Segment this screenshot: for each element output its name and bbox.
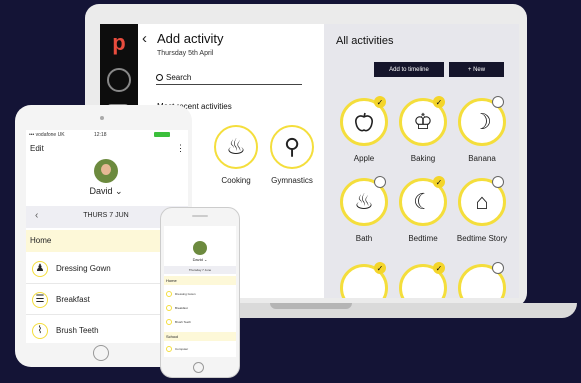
page-title: Add activity <box>157 31 224 46</box>
tablet-home-button[interactable] <box>93 345 109 361</box>
search-icon <box>156 74 163 81</box>
activity-label: Bedtime Story <box>456 234 508 243</box>
list-item[interactable]: Computer <box>166 343 234 355</box>
unchecked-badge-icon <box>492 176 504 188</box>
checked-badge-icon: ✓ <box>433 96 445 108</box>
date-bar: Thursday 7 June <box>164 266 236 274</box>
back-chevron-icon[interactable]: ‹ <box>142 30 147 47</box>
checked-badge-icon: ✓ <box>374 262 386 274</box>
new-activity-button[interactable]: + New <box>449 62 504 77</box>
section-school: School <box>164 332 236 341</box>
search-input[interactable]: Search <box>166 73 191 82</box>
activity-label: Bath <box>355 234 373 243</box>
list-item[interactable]: Dressing Gown <box>166 288 234 300</box>
unchecked-badge-icon <box>374 176 386 188</box>
profile-name[interactable]: David ⌄ <box>71 186 141 197</box>
search-underline <box>156 84 302 85</box>
list-item-label: Computer <box>175 347 189 351</box>
more-icon[interactable]: ⋮ <box>176 143 185 154</box>
recent-item-label: Gymnastics <box>271 176 313 185</box>
dressing-gown-icon <box>166 291 172 297</box>
avatar[interactable] <box>94 159 118 183</box>
status-time: 12:18 <box>94 132 107 138</box>
list-item-label: Dressing Gown <box>56 264 111 273</box>
activity-label: Apple <box>353 154 375 163</box>
list-item-label: Breakfast <box>56 295 90 304</box>
toothbrush-icon: ⌇ <box>32 322 48 339</box>
date-label: THURS 7 JUN <box>83 212 129 219</box>
phone-screen: David ⌄ Thursday 7 June Home Dressing Go… <box>164 226 236 357</box>
app-logo: p <box>112 30 126 55</box>
avatar[interactable] <box>193 241 207 255</box>
list-item-label: Brush Teeth <box>175 320 191 324</box>
cooking-pot-icon[interactable]: ♨ <box>214 125 258 169</box>
phone-speaker <box>192 215 208 217</box>
page-date: Thursday 5th April <box>157 50 214 57</box>
prev-day-icon[interactable]: ‹ <box>35 210 38 221</box>
list-item-label: Dressing Gown <box>175 292 196 296</box>
computer-icon <box>166 346 172 352</box>
people-icon[interactable] <box>107 68 131 92</box>
unchecked-badge-icon <box>492 96 504 108</box>
status-carrier: ••• vodafone UK <box>29 132 65 138</box>
list-item[interactable]: Breakfast <box>166 302 234 314</box>
toothbrush-icon <box>166 319 172 325</box>
all-activities-panel: All activities Add to timeline + New ✓ A… <box>324 24 519 298</box>
list-item-label: Breakfast <box>175 306 188 310</box>
checked-badge-icon: ✓ <box>374 96 386 108</box>
profile-name[interactable]: David ⌄ <box>180 257 220 262</box>
laptop-notch <box>270 303 352 309</box>
checked-badge-icon: ✓ <box>433 176 445 188</box>
activity-label: Banana <box>468 154 496 163</box>
recent-item-label: Cooking <box>221 176 251 185</box>
breakfast-icon: ☰ <box>32 291 48 308</box>
list-item-label: Brush Teeth <box>56 326 99 335</box>
list-item[interactable]: Brush Teeth <box>166 316 234 328</box>
add-to-timeline-button[interactable]: Add to timeline <box>374 62 444 77</box>
phone-home-button[interactable] <box>193 362 204 373</box>
section-label: Home <box>30 236 52 245</box>
section-home: Home <box>164 276 236 285</box>
battery-icon <box>154 132 170 137</box>
panel-title: All activities <box>336 35 394 47</box>
checked-badge-icon: ✓ <box>433 262 445 274</box>
unchecked-badge-icon <box>492 262 504 274</box>
activity-label: Bedtime <box>408 234 438 243</box>
activity-label: Baking <box>410 154 436 163</box>
breakfast-icon <box>166 305 172 311</box>
tablet-camera <box>100 116 104 120</box>
dressing-gown-icon: ♟ <box>32 260 48 277</box>
edit-button[interactable]: Edit <box>30 144 44 153</box>
gymnast-icon[interactable]: ⚲ <box>270 125 314 169</box>
